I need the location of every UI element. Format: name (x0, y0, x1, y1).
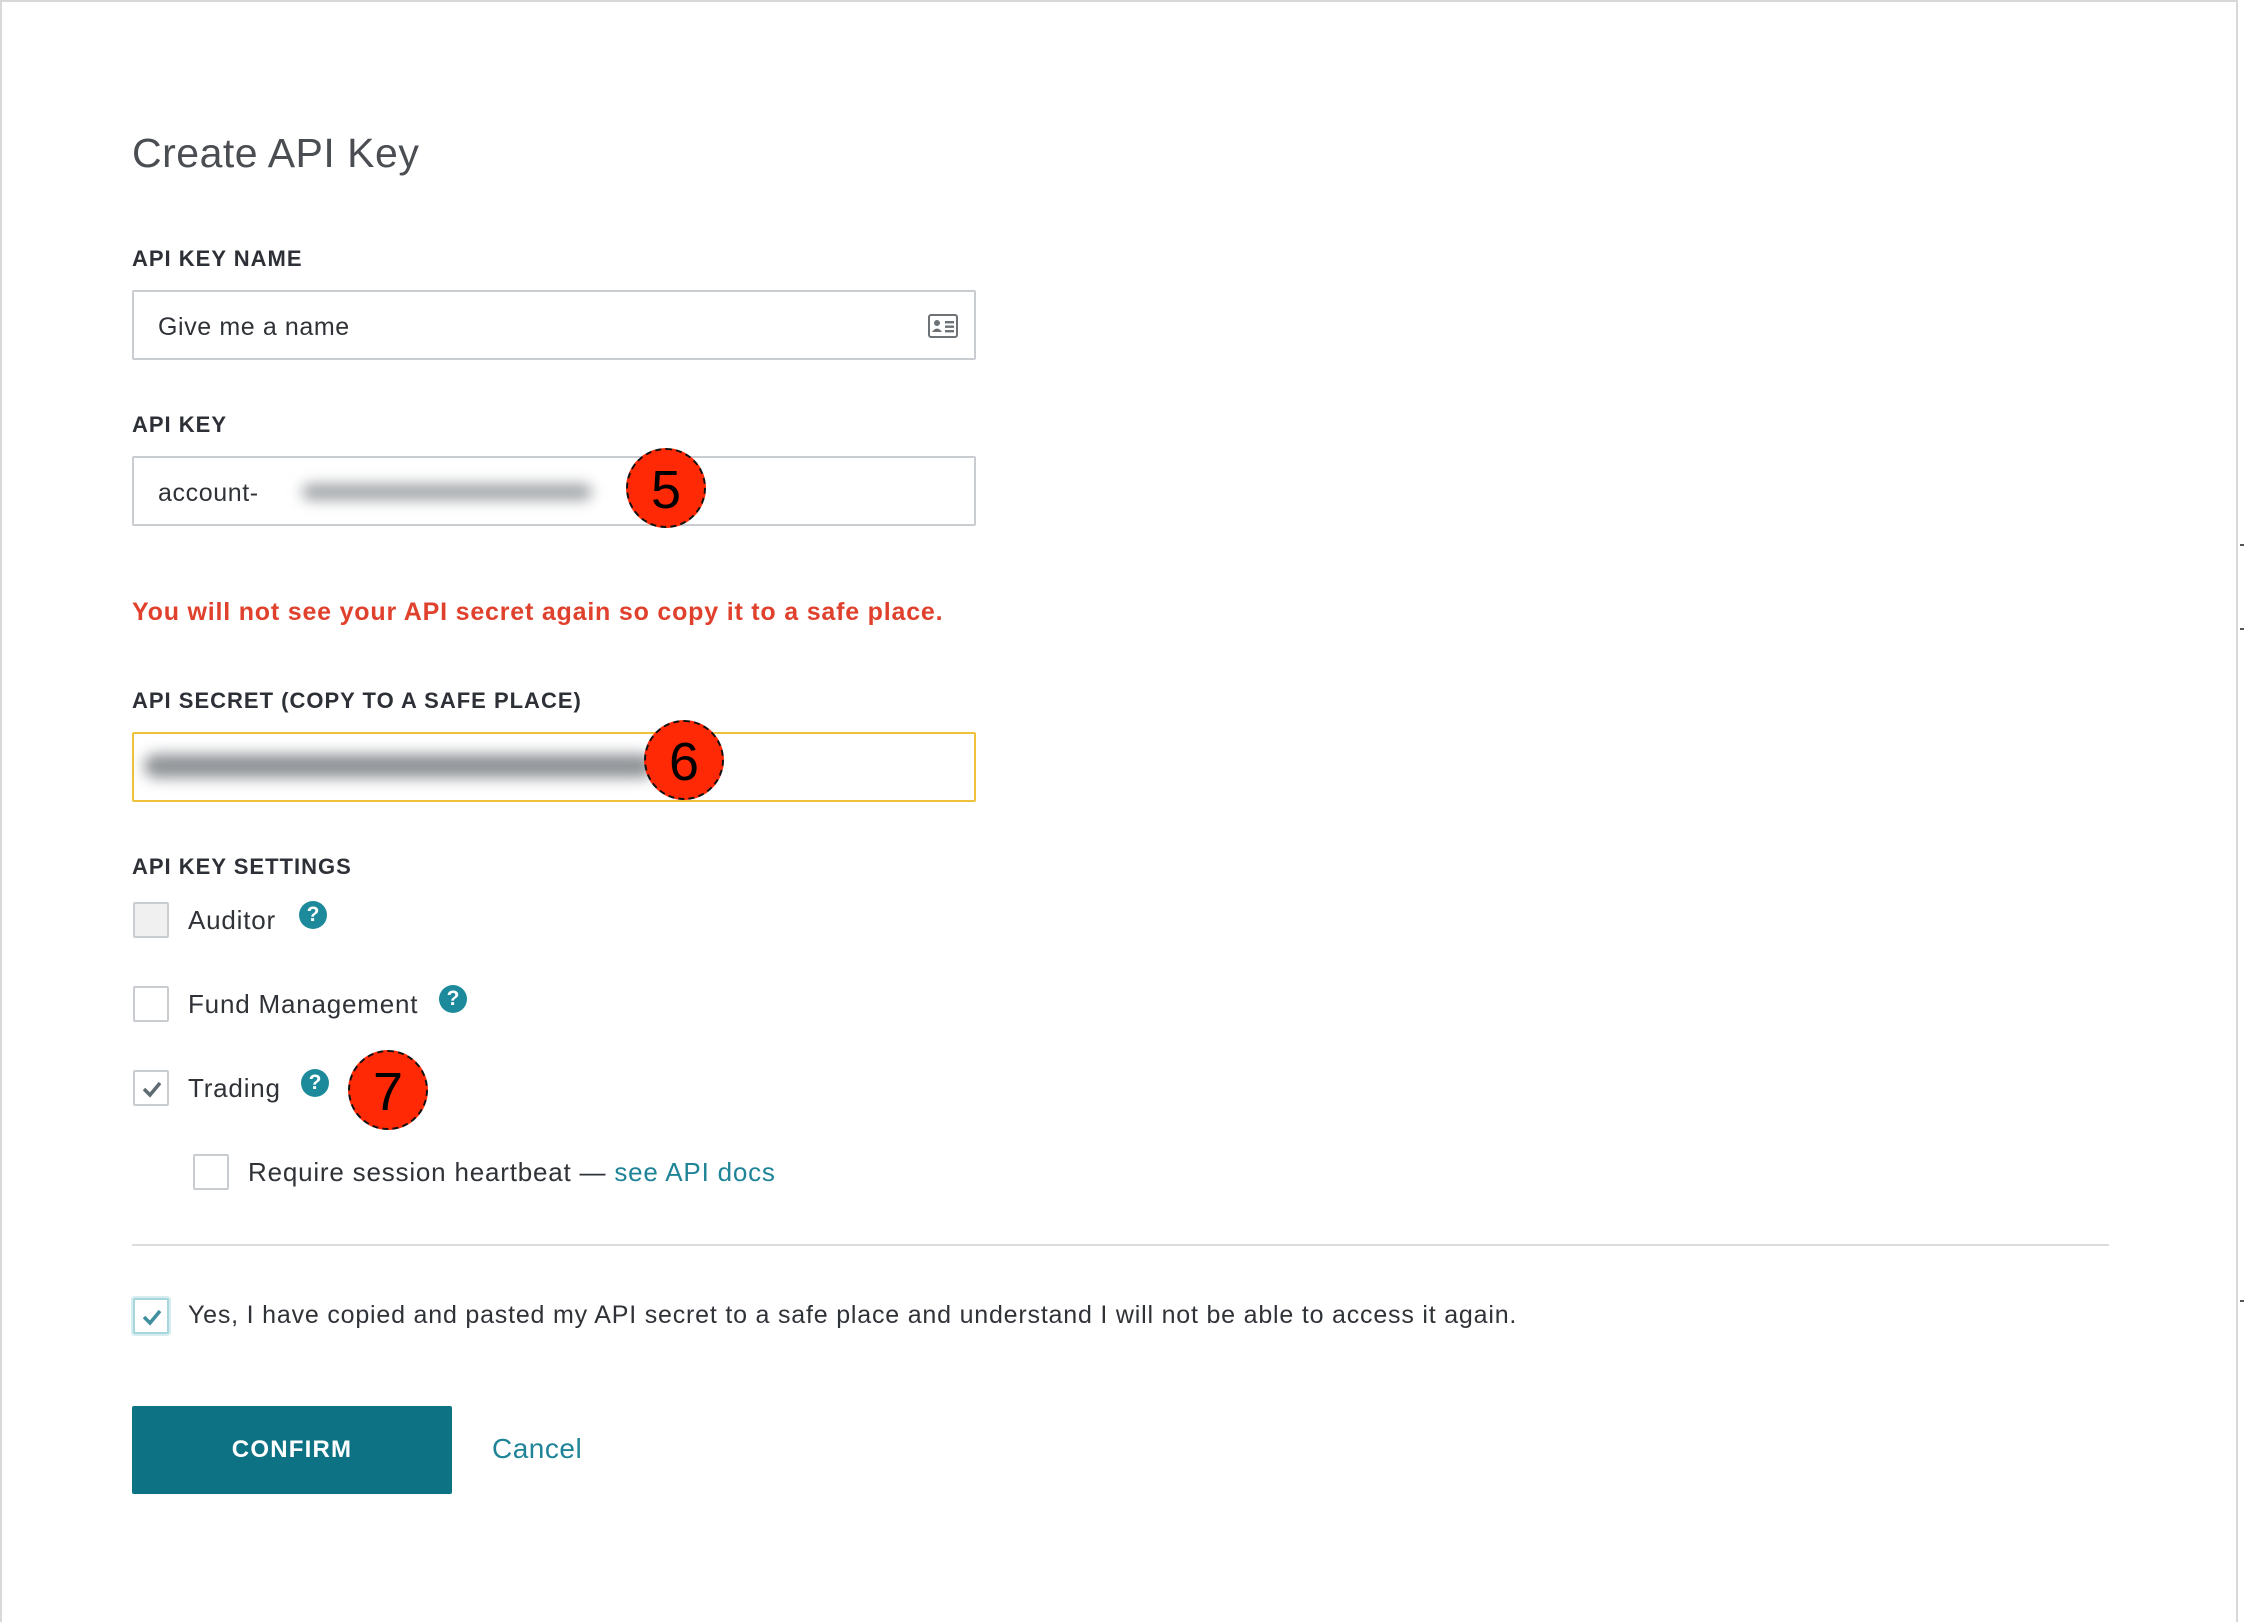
auditor-label: Auditor (188, 905, 276, 935)
acknowledge-checkbox[interactable] (133, 1298, 169, 1334)
api-secret-input[interactable] (132, 732, 976, 802)
dialog-title: Create API Key (132, 130, 420, 176)
api-key-label: API KEY (132, 412, 228, 437)
help-icon[interactable]: ? (299, 901, 327, 929)
heartbeat-option: Require session heartbeat — see API docs (248, 1157, 776, 1188)
contact-card-icon[interactable] (928, 314, 958, 338)
fund-management-checkbox[interactable] (133, 986, 169, 1022)
edge-marker (2240, 1300, 2244, 1302)
api-key-settings-label: API KEY SETTINGS (132, 854, 352, 879)
checkmark-icon (142, 1081, 162, 1098)
secret-warning: You will not see your API secret again s… (132, 598, 944, 626)
checkmark-icon (142, 1309, 162, 1326)
acknowledge-text: Yes, I have copied and pasted my API sec… (188, 1301, 1518, 1329)
api-secret-label: API SECRET (COPY TO A SAFE PLACE) (132, 688, 582, 713)
api-docs-link[interactable]: see API docs (614, 1157, 775, 1187)
trading-checkbox[interactable] (133, 1070, 169, 1106)
redacted-blur (302, 484, 592, 500)
cancel-link[interactable]: Cancel (492, 1433, 582, 1465)
confirm-button[interactable]: CONFIRM (132, 1406, 452, 1494)
api-key-name-label: API KEY NAME (132, 246, 303, 271)
api-key-value: account- (158, 479, 259, 507)
api-key-input[interactable]: account- (132, 456, 976, 526)
auditor-checkbox[interactable] (133, 902, 169, 938)
help-icon[interactable]: ? (439, 985, 467, 1013)
help-icon[interactable]: ? (301, 1069, 329, 1097)
api-key-name-input[interactable]: Give me a name (132, 290, 976, 360)
heartbeat-label: Require session heartbeat — (248, 1157, 615, 1187)
dialog-frame (0, 0, 2238, 1622)
callout-marker: 5 (626, 448, 706, 528)
redacted-blur (144, 754, 654, 778)
edge-marker (2240, 628, 2244, 630)
api-key-name-value: Give me a name (158, 313, 350, 341)
fund-management-label: Fund Management (188, 989, 419, 1019)
heartbeat-checkbox[interactable] (193, 1154, 229, 1190)
trading-label: Trading (188, 1073, 281, 1103)
divider (132, 1244, 2109, 1246)
edge-marker (2240, 544, 2244, 546)
callout-marker: 7 (348, 1050, 428, 1130)
callout-marker: 6 (644, 720, 724, 800)
